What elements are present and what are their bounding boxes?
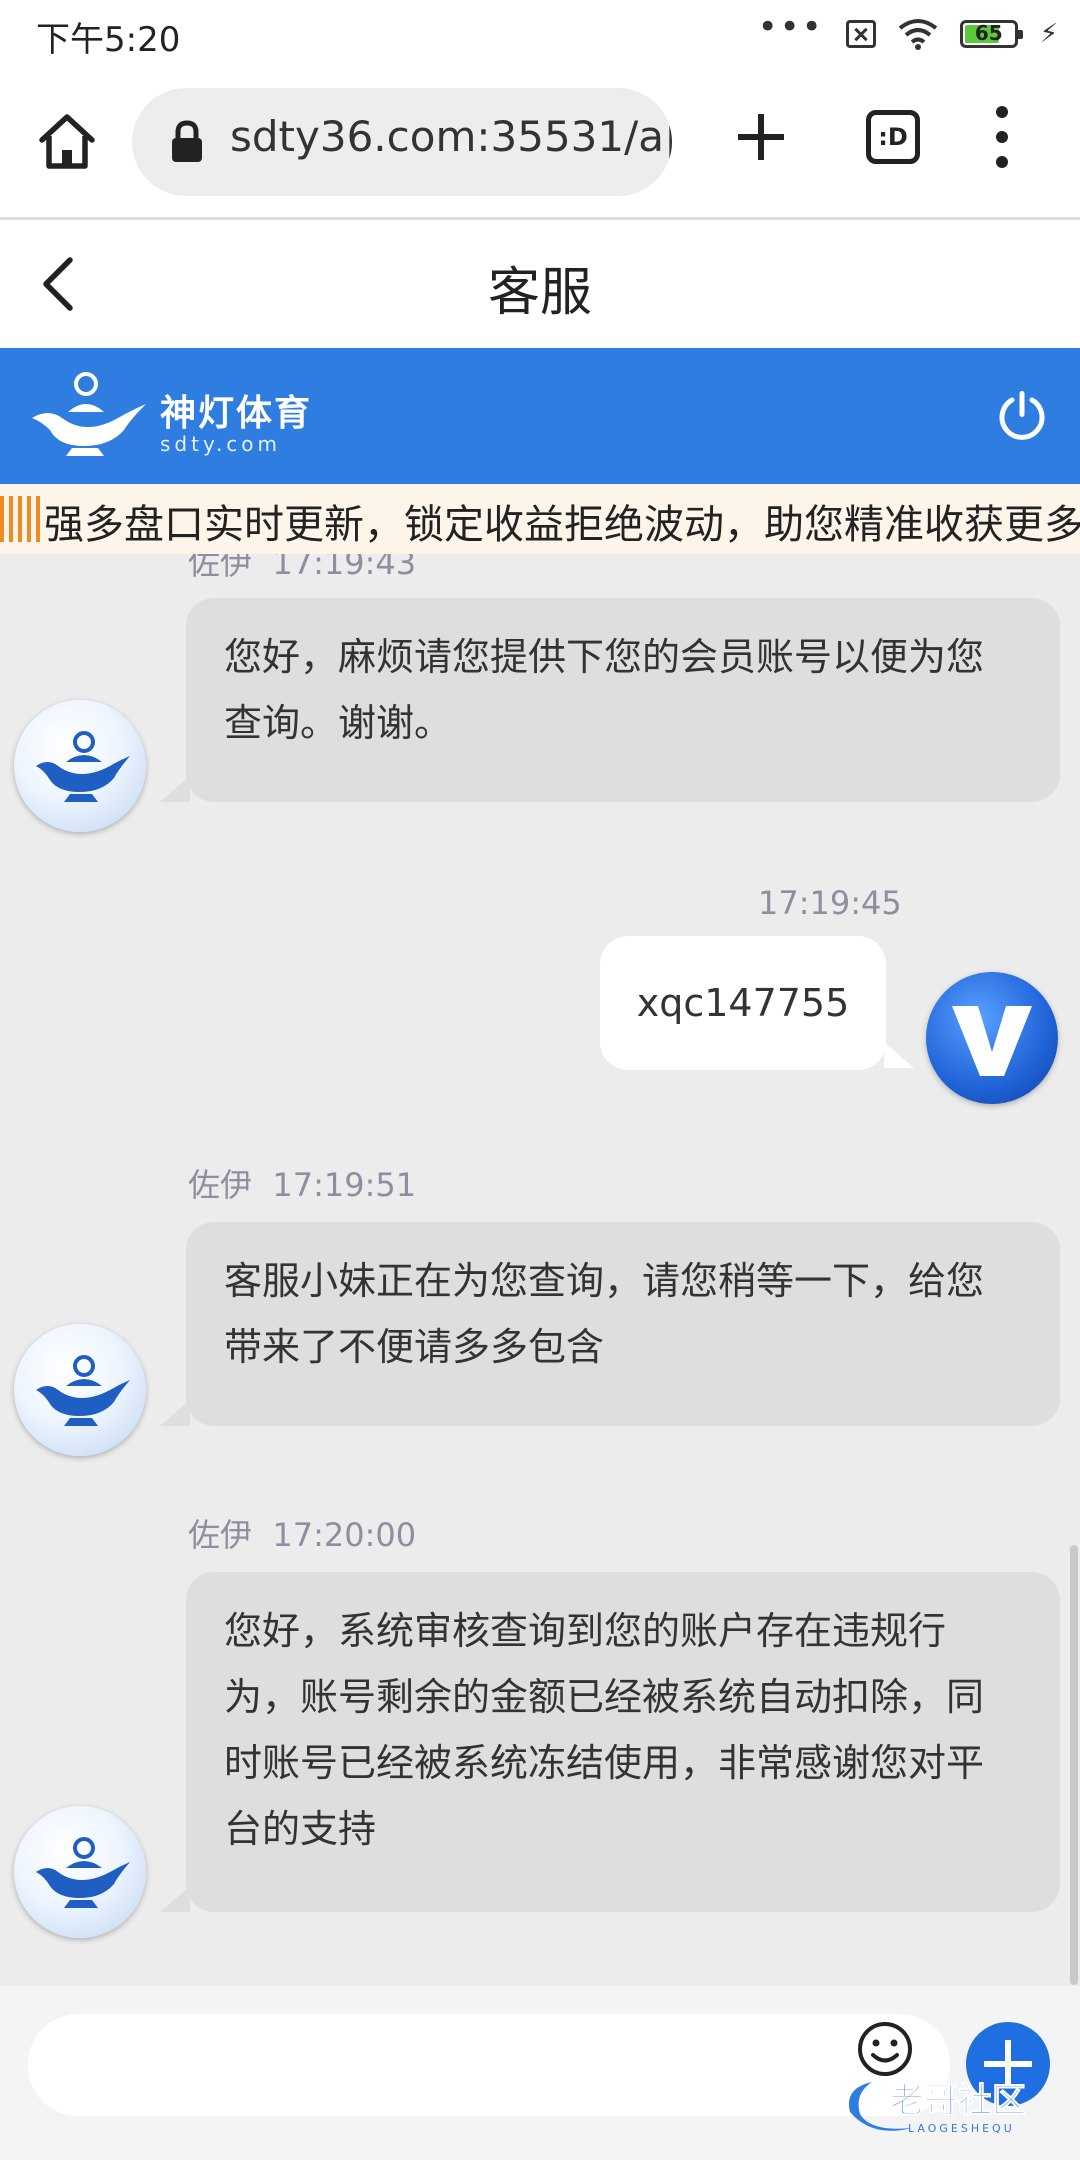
message-bubble[interactable]: 您好，系统审核查询到您的账户存在违规行 为，账号剩余的金额已经被系统自动扣除，同… <box>186 1572 1060 1912</box>
message-line: 为，账号剩余的金额已经被系统自动扣除，同 <box>224 1675 985 1719</box>
magic-lamp-icon <box>36 731 130 802</box>
wifi-icon <box>898 19 937 50</box>
address-bar[interactable]: sdty36.com:35531/a| <box>132 88 672 196</box>
brand-bar: 神灯体育 sdty.com <box>0 348 1080 484</box>
message-line: 您好，麻烦请您提供下您的会员账号以便为您 <box>224 635 985 679</box>
magic-lamp-logo-icon <box>32 372 146 456</box>
message-bubble[interactable]: 您好，麻烦请您提供下您的会员账号以便为您 查询。谢谢。 <box>186 598 1060 802</box>
message-input[interactable] <box>28 2014 950 2116</box>
message-meta: 佐伊 17:19:43 <box>188 554 416 584</box>
bubble-tail <box>884 1042 914 1068</box>
message-meta: 佐伊 17:19:51 <box>188 1160 416 1206</box>
page-title: 客服 <box>487 263 592 323</box>
message-time: 17:20:00 <box>272 1516 417 1554</box>
power-icon[interactable] <box>994 388 1050 444</box>
svg-text:老哥社区: 老哥社区 <box>890 2081 1026 2121</box>
agent-avatar <box>14 700 146 832</box>
brand-name: 神灯体育 <box>160 393 313 434</box>
message-time: 17:19:43 <box>272 554 417 582</box>
agent-avatar <box>14 1324 146 1456</box>
message-bubble[interactable]: xqc147755 <box>600 936 886 1070</box>
message-line: 台的支持 <box>224 1807 377 1851</box>
emoji-icon[interactable] <box>856 2020 914 2078</box>
battery-level: 65 <box>974 21 1003 45</box>
tabs-button[interactable]: :D <box>866 110 920 164</box>
tabs-label: :D <box>878 123 908 151</box>
new-tab-icon[interactable] <box>736 112 786 162</box>
status-bar: 下午5:20 ••• 65 ⚡ <box>0 0 1080 66</box>
bubble-tail <box>160 1886 190 1912</box>
message-meta: 佐伊 17:20:00 <box>188 1510 416 1556</box>
message-line: 时账号已经被系统冻结使用，非常感谢您对平 <box>224 1741 985 1785</box>
announcement-text: 强多盘口实时更新，锁定收益拒绝波动，助您精准收获更多比赛 <box>44 502 1080 548</box>
announcement-marquee: 强多盘口实时更新，锁定收益拒绝波动，助您精准收获更多比赛 <box>0 484 1080 554</box>
watermark-logo: 老哥社区 LAOGESHEQU <box>848 2081 1027 2135</box>
magic-lamp-icon <box>36 1837 130 1908</box>
sender-name: 佐伊 <box>188 1516 253 1554</box>
chat-area[interactable]: 佐伊 17:19:43 您好，麻烦请您提供下您的会员账号以便为您 查询。谢谢。 … <box>0 554 1080 1986</box>
input-bar: 老哥社区 LAOGESHEQU <box>0 1986 1080 2160</box>
more-dots-icon: ••• <box>757 7 824 47</box>
message-line: 查询。谢谢。 <box>224 701 453 745</box>
charging-bolt-icon: ⚡ <box>1039 19 1058 49</box>
lock-icon <box>172 120 202 162</box>
user-avatar <box>926 972 1058 1104</box>
bubble-tail <box>160 776 190 802</box>
status-time: 下午5:20 <box>36 20 181 60</box>
agent-avatar <box>14 1806 146 1938</box>
status-icons: ••• 65 ⚡ <box>758 7 1058 54</box>
speaker-icon <box>0 496 44 542</box>
message-bubble[interactable]: 客服小妹正在为您查询，请您稍等一下，给您 带来了不便请多多包含 <box>186 1222 1060 1426</box>
message-line: 带来了不便请多多包含 <box>224 1325 605 1369</box>
page-header: 客服 <box>0 220 1080 348</box>
message-time: 17:19:45 <box>758 884 902 922</box>
bubble-tail <box>160 1400 190 1426</box>
svg-text:LAOGESHEQU: LAOGESHEQU <box>908 2122 1015 2135</box>
home-icon[interactable] <box>36 110 98 172</box>
message-line: 客服小妹正在为您查询，请您稍等一下，给您 <box>224 1259 985 1303</box>
brand-domain: sdty.com <box>160 432 282 456</box>
url-text: sdty36.com:35531/a| <box>230 112 672 161</box>
kebab-menu-icon[interactable] <box>994 106 1010 176</box>
chat-scrollbar[interactable] <box>1070 1545 1078 1985</box>
browser-toolbar: sdty36.com:35531/a| :D <box>0 66 1080 220</box>
v-logo-icon <box>952 1006 1032 1076</box>
message-line: xqc147755 <box>636 981 850 1025</box>
message-line: 您好，系统审核查询到您的账户存在违规行 <box>224 1609 947 1653</box>
battery-icon: 65 <box>959 20 1023 48</box>
magic-lamp-icon <box>36 1355 130 1426</box>
no-sim-icon <box>845 20 876 48</box>
sender-name: 佐伊 <box>188 1166 253 1204</box>
message-time: 17:19:51 <box>272 1166 417 1204</box>
sender-name: 佐伊 <box>188 554 253 582</box>
